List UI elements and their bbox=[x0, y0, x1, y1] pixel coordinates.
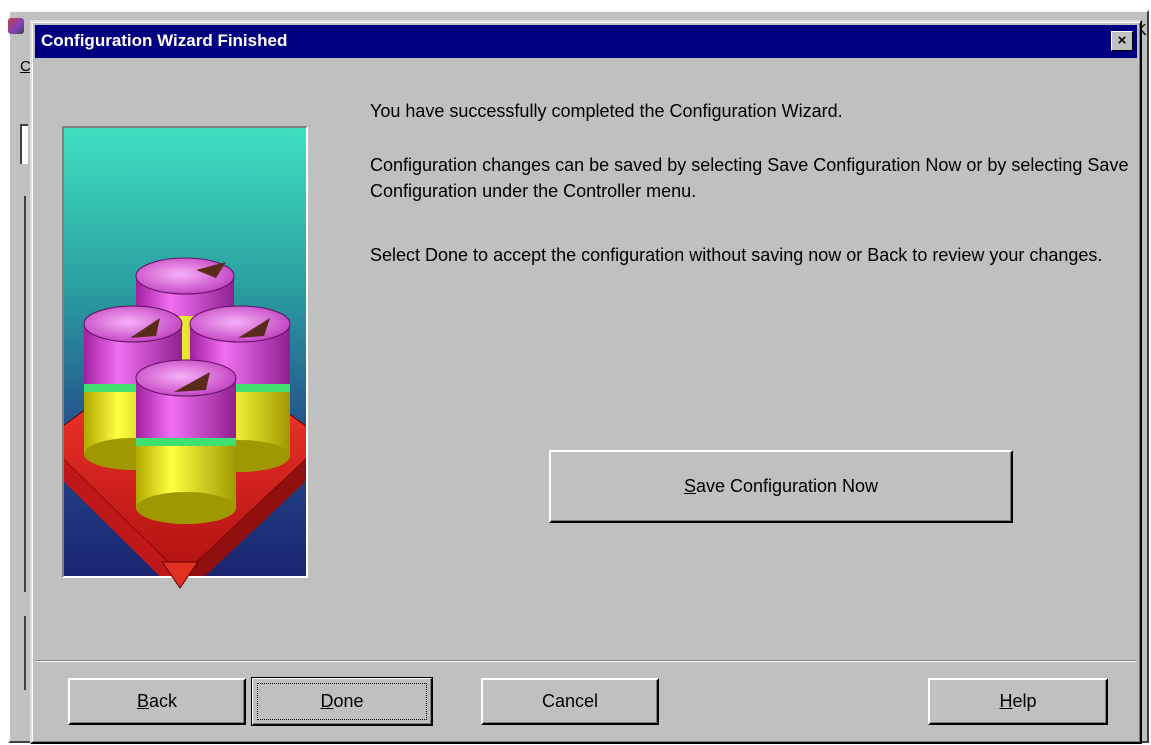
configuration-wizard-dialog: Configuration Wizard Finished × You have… bbox=[30, 20, 1142, 744]
save-instructions: Configuration changes can be saved by se… bbox=[370, 155, 1129, 201]
background-field bbox=[20, 124, 28, 164]
cancel-label: Cancel bbox=[541, 691, 599, 711]
cancel-button[interactable]: Cancel bbox=[481, 678, 659, 725]
help-label: elp bbox=[1012, 691, 1037, 711]
disk-array-illustration-icon bbox=[64, 128, 306, 576]
app-icon bbox=[8, 18, 24, 34]
save-mnemonic: S bbox=[683, 476, 696, 496]
wizard-illustration bbox=[62, 126, 308, 578]
back-label: ack bbox=[149, 691, 178, 711]
back-button[interactable]: Back bbox=[68, 678, 246, 725]
help-button[interactable]: Help bbox=[928, 678, 1108, 725]
close-button[interactable]: × bbox=[1111, 31, 1133, 51]
close-icon: × bbox=[1117, 32, 1127, 49]
focus-rectangle bbox=[257, 683, 427, 720]
dialog-title: Configuration Wizard Finished bbox=[41, 31, 288, 50]
done-button[interactable]: Done bbox=[251, 677, 433, 726]
completion-message: You have successfully completed the Conf… bbox=[370, 101, 843, 121]
title-bar[interactable]: Configuration Wizard Finished × bbox=[35, 25, 1137, 58]
back-mnemonic: B bbox=[136, 691, 149, 711]
save-label: ave Configuration Now bbox=[695, 476, 879, 496]
background-panel-edge bbox=[24, 616, 26, 690]
button-separator bbox=[36, 660, 1136, 662]
help-mnemonic: H bbox=[999, 691, 1013, 711]
done-instructions: Select Done to accept the configuration … bbox=[370, 245, 1103, 265]
save-configuration-now-button[interactable]: Save Configuration Now bbox=[549, 450, 1013, 523]
background-panel-edge bbox=[24, 196, 26, 592]
